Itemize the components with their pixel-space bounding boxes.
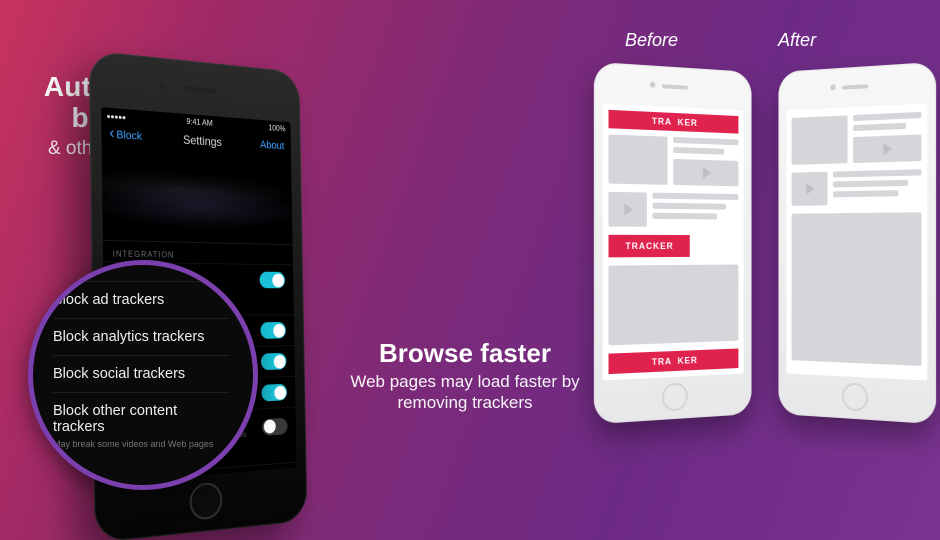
promo-canvas: Automatically block ads & other Web trac… [0,0,940,540]
toggle-safari[interactable] [259,272,285,289]
signal-icon [107,111,126,122]
wireframe-block [609,134,668,184]
phone-after [778,62,936,424]
toggle-block-other[interactable] [262,417,288,435]
magnifier-row-analytics: Block analytics trackers [53,318,229,355]
toggle-block-analytics[interactable] [261,353,287,370]
wireframe-line [833,180,908,188]
play-icon [853,134,921,163]
wireframe-line [653,213,717,220]
status-battery: 100% [268,123,285,133]
play-icon [792,172,828,206]
home-button[interactable] [842,382,868,411]
before-after-labels: Before After [625,30,925,51]
wireframe-line [853,123,906,131]
toggle-block-social[interactable] [261,384,287,402]
nav-title: Settings [183,133,222,150]
wireframe-line [833,190,898,197]
wireframe-block [792,115,848,165]
wireframe-block [609,264,739,345]
after-label: After [778,30,816,51]
before-screen: TRAKER TRACKER TRAKER [603,103,744,380]
headline-center-title: Browse faster [350,338,580,369]
wireframe-line [673,147,724,155]
wireframe-line [833,169,922,177]
phone-camera [159,82,166,90]
status-time: 9:41 AM [186,117,212,128]
wireframe-line [653,193,739,200]
after-screen [786,103,927,380]
play-icon [609,192,647,227]
wireframe-line [673,137,738,145]
tracker-banner-mid: TRACKER [609,235,690,258]
magnifier-row-ad: Block ad trackers [53,281,229,318]
magnifier-row-other: Block other content trackers May break s… [53,392,229,461]
magnifier-callout: PRIVACY Block ad trackers Block analytic… [28,260,258,490]
wireframe-block [792,212,922,366]
before-label: Before [625,30,678,51]
magnifier-row-social: Block social trackers [53,355,229,392]
tracker-banner-top: TRAKER [609,110,739,134]
phone-camera [650,82,656,88]
waveform-graphic [102,150,293,246]
tracker-banner-bottom: TRAKER [609,348,739,374]
wireframe-line [853,112,921,121]
headline-center: Browse faster Web pages may load faster … [350,338,580,414]
back-button[interactable]: Block [109,128,142,143]
toggle-block-ad[interactable] [260,322,286,339]
play-icon [673,159,738,186]
wireframe-line [653,203,726,210]
about-link[interactable]: About [260,139,284,152]
headline-center-sub: Web pages may load faster by removing tr… [350,371,580,414]
phone-before: TRAKER TRACKER TRAKER [594,62,752,424]
